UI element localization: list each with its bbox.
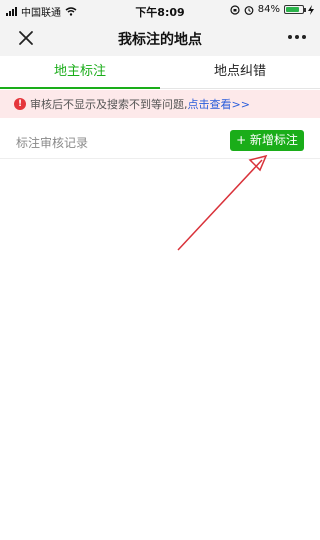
- alarm-icon: [244, 5, 254, 15]
- status-bar: 中国联通 下午8:09 84%: [0, 0, 320, 20]
- add-mark-button[interactable]: + 新增标注: [230, 130, 304, 151]
- status-right: 84%: [230, 4, 314, 15]
- exclamation-icon: !: [14, 98, 26, 110]
- more-icon[interactable]: [288, 35, 306, 39]
- record-row: 标注审核记录 + 新增标注: [0, 124, 320, 159]
- notice-link[interactable]: 点击查看>>: [188, 96, 250, 112]
- tab-bar: 地主标注 地点纠错: [0, 56, 320, 89]
- battery-percent: 84%: [257, 4, 280, 15]
- record-label: 标注审核记录: [16, 136, 89, 150]
- tab-owner-marks[interactable]: 地主标注: [0, 56, 160, 89]
- charging-icon: [308, 4, 314, 15]
- tab-location-correction[interactable]: 地点纠错: [160, 56, 320, 88]
- notice-banner: ! 审核后不显示及搜索不到等问题, 点击查看>>: [0, 90, 320, 118]
- battery-icon: [284, 5, 306, 14]
- battery-fill: [286, 7, 300, 12]
- notice-text: 审核后不显示及搜索不到等问题,: [30, 98, 188, 111]
- nav-bar: 我标注的地点: [0, 20, 320, 56]
- page-title: 我标注的地点: [118, 32, 202, 48]
- lock-rotation-icon: [230, 4, 240, 15]
